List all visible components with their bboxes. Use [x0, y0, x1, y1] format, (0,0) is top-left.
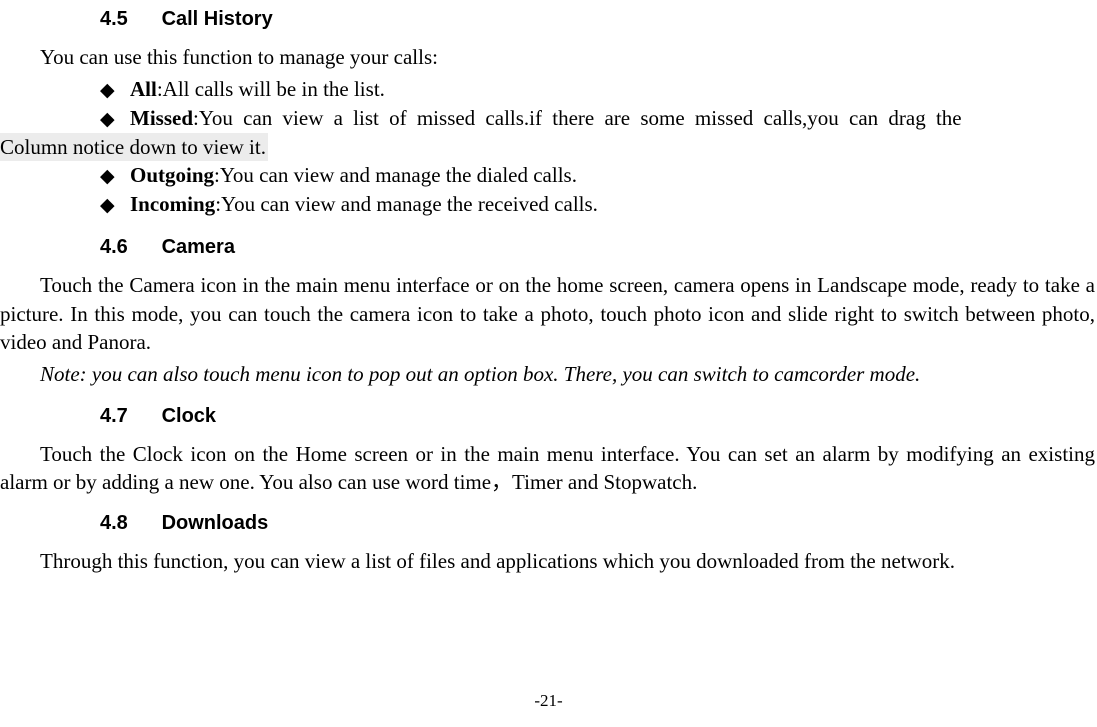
diamond-bullet-icon: ◆ [100, 78, 130, 104]
list-text-line1: :You can view a list of missed calls.if … [193, 106, 962, 130]
heading-number: 4.8 [100, 510, 156, 537]
list-text: :All calls will be in the list. [157, 77, 385, 101]
heading-4-8: 4.8 Downloads [100, 510, 1097, 537]
paragraph-48-body: Through this function, you can view a li… [0, 547, 1097, 575]
heading-4-7: 4.7 Clock [100, 403, 1097, 430]
paragraph-46-body: Touch the Camera icon in the main menu i… [0, 271, 1097, 356]
page: 4.5 Call History You can use this functi… [0, 0, 1097, 727]
list-item-incoming: ◆Incoming:You can view and manage the re… [0, 190, 1097, 219]
list-item-outgoing: ◆Outgoing:You can view and manage the di… [0, 161, 1097, 190]
list-label: Outgoing [130, 163, 214, 187]
list-item-missed-cont: Column notice down to view it. [0, 133, 1097, 161]
heading-4-6: 4.6 Camera [100, 234, 1097, 261]
list-label: All [130, 77, 157, 101]
heading-title: Camera [162, 236, 235, 258]
diamond-bullet-icon: ◆ [100, 107, 130, 133]
list-label: Incoming [130, 192, 215, 216]
paragraph-46-note: Note: you can also touch menu icon to po… [0, 360, 1097, 388]
heading-title: Downloads [162, 512, 269, 534]
list-45: ◆All:All calls will be in the list. ◆Mis… [0, 75, 1097, 218]
list-item-all: ◆All:All calls will be in the list. [0, 75, 1097, 104]
paragraph-45-intro: You can use this function to manage your… [0, 43, 1097, 71]
diamond-bullet-icon: ◆ [100, 193, 130, 219]
page-number: -21- [0, 690, 1097, 713]
paragraph-47-body: Touch the Clock icon on the Home screen … [0, 440, 1097, 497]
heading-title: Call History [162, 8, 273, 30]
list-text: :You can view and manage the received ca… [215, 192, 598, 216]
page-content: 4.5 Call History You can use this functi… [0, 0, 1097, 576]
list-label: Missed [130, 106, 193, 130]
list-item-missed: ◆Missed:You can view a list of missed ca… [0, 104, 1097, 133]
diamond-bullet-icon: ◆ [100, 164, 130, 190]
list-text: :You can view and manage the dialed call… [214, 163, 577, 187]
heading-4-5: 4.5 Call History [100, 6, 1097, 33]
highlighted-continuation: Column notice down to view it. [0, 133, 268, 161]
heading-number: 4.7 [100, 403, 156, 430]
heading-number: 4.6 [100, 234, 156, 261]
heading-number: 4.5 [100, 6, 156, 33]
heading-title: Clock [162, 405, 216, 427]
